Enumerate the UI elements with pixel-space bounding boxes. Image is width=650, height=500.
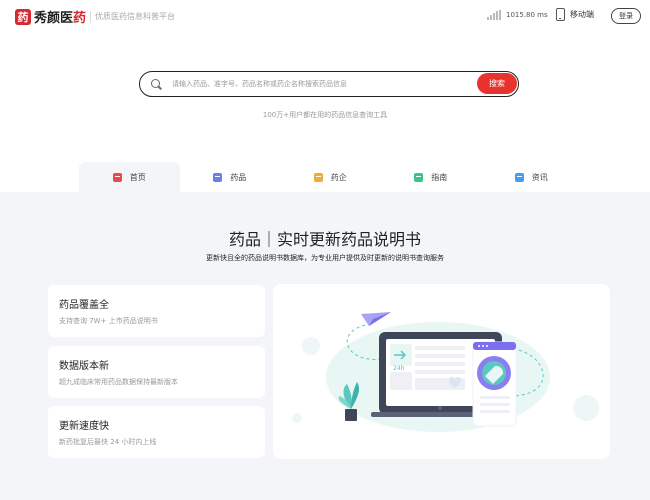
login-button[interactable]: 登录: [611, 8, 641, 24]
home-icon: [112, 172, 122, 182]
tab-medicine[interactable]: 药品: [180, 162, 281, 192]
search-icon: [151, 79, 160, 88]
mobile-link[interactable]: 移动端: [556, 8, 594, 21]
feature-title: 药品覆盖全: [59, 300, 109, 311]
feature-desc: 超九成临床常用药品数据保持最新版本: [59, 378, 178, 386]
search-note: 100万+用户都在用的药品信息查询工具: [262, 111, 388, 119]
top-header: 药 秀颜医药 优质医药信息科普平台 1015.80 ms 移动端 登录: [0, 0, 650, 32]
mobile-label: 移动端: [570, 10, 594, 19]
feature-desc: 新药批复后最快 24 小时内上线: [59, 438, 157, 446]
guide-icon: [414, 172, 424, 182]
latency-value: 1015.80 ms: [506, 11, 548, 19]
phone-icon: [556, 8, 565, 21]
illustration-panel: 24h: [273, 284, 610, 459]
tab-label: 药企: [330, 172, 347, 182]
tab-label: 药品: [230, 172, 247, 182]
site-slogan: 优质医药信息科普平台: [95, 12, 176, 21]
logo-divider: [90, 10, 92, 23]
tab-news[interactable]: 资讯: [481, 162, 582, 192]
company-icon: [313, 172, 323, 182]
logo-name: 秀颜医药: [34, 11, 87, 26]
search-bar: 搜索: [139, 71, 519, 97]
section-subtitle: 更新快且全的药品说明书数据库，为专业用户提供及时更新的说明书查询服务: [206, 254, 444, 262]
feature-title: 更新速度快: [59, 421, 109, 432]
tab-label: 资讯: [531, 172, 548, 182]
feature-title: 数据版本新: [59, 361, 109, 372]
tab-label: 首页: [129, 172, 146, 182]
laptop-illustration: 24h: [292, 312, 599, 432]
tab-guide[interactable]: 指南: [381, 162, 482, 192]
tab-home[interactable]: 首页: [79, 162, 180, 192]
medicine-icon: [213, 172, 223, 182]
feature-card-version: 数据版本新 超九成临床常用药品数据保持最新版本: [48, 346, 265, 398]
signal-icon: [487, 10, 501, 20]
feature-desc: 支持查询 7W+ 上市药品说明书: [59, 317, 158, 325]
search-button[interactable]: 搜索: [477, 73, 517, 94]
feature-card-coverage: 药品覆盖全 支持查询 7W+ 上市药品说明书: [48, 285, 265, 337]
logo-badge-icon: 药: [15, 8, 31, 25]
site-logo[interactable]: 药 秀颜医药 优质医药信息科普平台: [15, 7, 175, 26]
screen-text: 24h: [393, 365, 405, 372]
main-nav-tabs: 首页 药品 药企 指南 资讯: [79, 162, 582, 192]
network-latency: 1015.80 ms: [487, 10, 548, 20]
tab-label: 指南: [431, 172, 448, 182]
feature-card-speed: 更新速度快 新药批复后最快 24 小时内上线: [48, 406, 265, 458]
section-title: 药品｜实时更新药品说明书: [228, 230, 421, 249]
search-input[interactable]: [172, 75, 472, 93]
news-icon: [514, 172, 524, 182]
tab-company[interactable]: 药企: [280, 162, 381, 192]
